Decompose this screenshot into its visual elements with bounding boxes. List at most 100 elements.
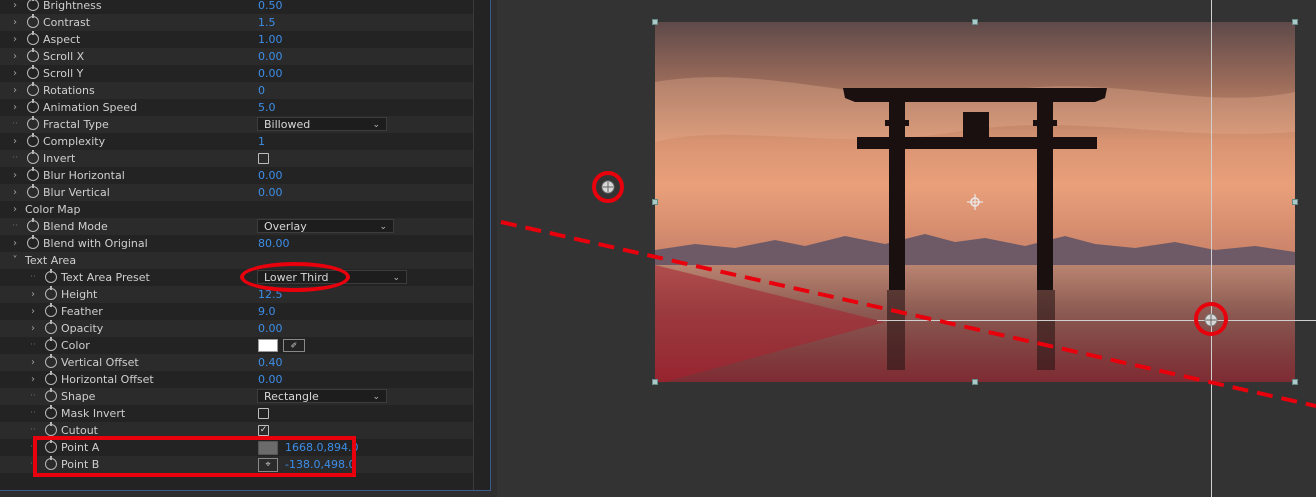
stopwatch-icon[interactable] xyxy=(27,167,39,181)
color-swatch[interactable] xyxy=(258,339,278,352)
property-row-fractal-type[interactable]: ·· Fractal Type Billowed ⌄ xyxy=(0,116,473,133)
property-value[interactable]: 0.00 xyxy=(258,371,283,388)
dropdown-blend-mode[interactable]: Overlay ⌄ xyxy=(257,219,394,233)
stopwatch-icon[interactable] xyxy=(27,0,39,11)
composition-viewer[interactable] xyxy=(497,0,1316,497)
stopwatch-icon[interactable] xyxy=(45,354,57,368)
property-label: Complexity xyxy=(43,135,106,148)
property-value[interactable]: 0.00 xyxy=(258,320,283,337)
stopwatch-icon[interactable] xyxy=(45,422,57,436)
dropdown-fractal-type[interactable]: Billowed ⌄ xyxy=(257,117,387,131)
checkbox-cutout[interactable]: ✓ xyxy=(258,425,269,436)
property-row-aspect[interactable]: › Aspect 1.00 xyxy=(0,31,473,48)
tree-dots-icon: ·· xyxy=(30,340,36,350)
stopwatch-icon[interactable] xyxy=(45,337,57,351)
chevron-down-icon: ⌄ xyxy=(372,120,380,130)
stopwatch-icon[interactable] xyxy=(27,133,39,147)
chevron-right-icon[interactable]: › xyxy=(28,288,38,301)
chevron-right-icon[interactable]: › xyxy=(10,33,20,46)
property-value[interactable]: 0 xyxy=(258,82,265,99)
property-row-scroll-x[interactable]: › Scroll X 0.00 xyxy=(0,48,473,65)
property-row-brightness[interactable]: › Brightness 0.50 xyxy=(0,0,473,14)
property-row-feather[interactable]: › Feather 9.0 xyxy=(0,303,473,320)
stopwatch-icon[interactable] xyxy=(27,150,39,164)
chevron-right-icon[interactable]: › xyxy=(10,135,20,148)
dropdown-shape[interactable]: Rectangle ⌄ xyxy=(257,389,387,403)
annotation-circle-point-b xyxy=(592,171,624,203)
property-row-blend-with-original[interactable]: › Blend with Original 80.00 xyxy=(0,235,473,252)
chevron-right-icon[interactable]: › xyxy=(28,373,38,386)
property-label: Contrast xyxy=(43,16,91,29)
property-value[interactable]: 1.5 xyxy=(258,14,276,31)
stopwatch-icon[interactable] xyxy=(45,286,57,300)
chevron-right-icon[interactable]: › xyxy=(10,67,20,80)
property-value[interactable]: 0.00 xyxy=(258,65,283,82)
chevron-right-icon[interactable]: › xyxy=(10,101,20,114)
stopwatch-icon[interactable] xyxy=(45,320,57,334)
stopwatch-icon[interactable] xyxy=(27,65,39,79)
stopwatch-icon[interactable] xyxy=(27,184,39,198)
chevron-down-icon: ⌄ xyxy=(379,222,387,232)
chevron-right-icon[interactable]: › xyxy=(10,237,20,250)
property-value[interactable]: 0.00 xyxy=(258,184,283,201)
chevron-right-icon[interactable]: › xyxy=(10,0,20,12)
checkbox-mask-invert[interactable] xyxy=(258,408,269,419)
stopwatch-icon[interactable] xyxy=(27,82,39,96)
property-row-color[interactable]: ·· Color ✐ xyxy=(0,337,473,354)
property-value[interactable]: 80.00 xyxy=(258,235,290,252)
property-row-mask-invert[interactable]: ·· Mask Invert xyxy=(0,405,473,422)
stopwatch-icon[interactable] xyxy=(45,388,57,402)
eyedropper-icon[interactable]: ✐ xyxy=(283,339,305,352)
stopwatch-icon[interactable] xyxy=(27,48,39,62)
property-row-blur-horizontal[interactable]: › Blur Horizontal 0.00 xyxy=(0,167,473,184)
property-row-rotations[interactable]: › Rotations 0 xyxy=(0,82,473,99)
property-value[interactable]: 1 xyxy=(258,133,265,150)
chevron-right-icon[interactable]: › xyxy=(10,169,20,182)
property-row-color-map[interactable]: › Color Map xyxy=(0,201,473,218)
annotation-ellipse-text-area-preset xyxy=(240,262,350,292)
stopwatch-icon[interactable] xyxy=(45,303,57,317)
property-value[interactable]: 1.00 xyxy=(258,31,283,48)
property-row-text-area-preset[interactable]: ·· Text Area Preset Lower Third ⌄ xyxy=(0,269,473,286)
property-value[interactable]: 0.50 xyxy=(258,0,283,14)
property-value[interactable]: 0.00 xyxy=(258,48,283,65)
stopwatch-icon[interactable] xyxy=(27,14,39,28)
checkbox-invert[interactable] xyxy=(258,153,269,164)
property-row-invert[interactable]: ·· Invert xyxy=(0,150,473,167)
property-row-opacity[interactable]: › Opacity 0.00 xyxy=(0,320,473,337)
property-row-blur-vertical[interactable]: › Blur Vertical 0.00 xyxy=(0,184,473,201)
stopwatch-icon[interactable] xyxy=(27,31,39,45)
property-value[interactable]: 5.0 xyxy=(258,99,276,116)
chevron-right-icon[interactable]: › xyxy=(10,84,20,97)
property-value[interactable]: 0.00 xyxy=(258,167,283,184)
property-row-shape[interactable]: ·· Shape Rectangle ⌄ xyxy=(0,388,473,405)
stopwatch-icon[interactable] xyxy=(27,99,39,113)
property-row-horizontal-offset[interactable]: › Horizontal Offset 0.00 xyxy=(0,371,473,388)
property-row-text-area[interactable]: ˅ Text Area xyxy=(0,252,473,269)
chevron-right-icon[interactable]: › xyxy=(28,356,38,369)
property-row-scroll-y[interactable]: › Scroll Y 0.00 xyxy=(0,65,473,82)
chevron-right-icon[interactable]: › xyxy=(10,186,20,199)
stopwatch-icon[interactable] xyxy=(27,116,39,130)
chevron-right-icon[interactable]: › xyxy=(10,16,20,29)
chevron-right-icon[interactable]: › xyxy=(10,203,20,216)
property-row-vertical-offset[interactable]: › Vertical Offset 0.40 xyxy=(0,354,473,371)
property-row-animation-speed[interactable]: › Animation Speed 5.0 xyxy=(0,99,473,116)
property-row-height[interactable]: › Height 12.5 xyxy=(0,286,473,303)
stopwatch-icon[interactable] xyxy=(45,405,57,419)
stopwatch-icon[interactable] xyxy=(45,371,57,385)
chevron-right-icon[interactable]: › xyxy=(28,305,38,318)
stopwatch-icon[interactable] xyxy=(27,235,39,249)
property-row-blend-mode[interactable]: ·· Blend Mode Overlay ⌄ xyxy=(0,218,473,235)
stopwatch-icon[interactable] xyxy=(27,218,39,232)
chevron-right-icon[interactable]: › xyxy=(10,50,20,63)
dropdown-value: Overlay xyxy=(264,220,307,233)
property-value[interactable]: 0.40 xyxy=(258,354,283,371)
property-row-complexity[interactable]: › Complexity 1 xyxy=(0,133,473,150)
property-row-contrast[interactable]: › Contrast 1.5 xyxy=(0,14,473,31)
chevron-down-icon[interactable]: ˅ xyxy=(10,254,20,267)
stopwatch-icon[interactable] xyxy=(45,269,57,283)
effect-controls-panel: › Brightness 0.50 › Contrast 1.5 › Aspect 1.00 › S… xyxy=(0,0,491,491)
property-value[interactable]: 9.0 xyxy=(258,303,276,320)
chevron-right-icon[interactable]: › xyxy=(28,322,38,335)
